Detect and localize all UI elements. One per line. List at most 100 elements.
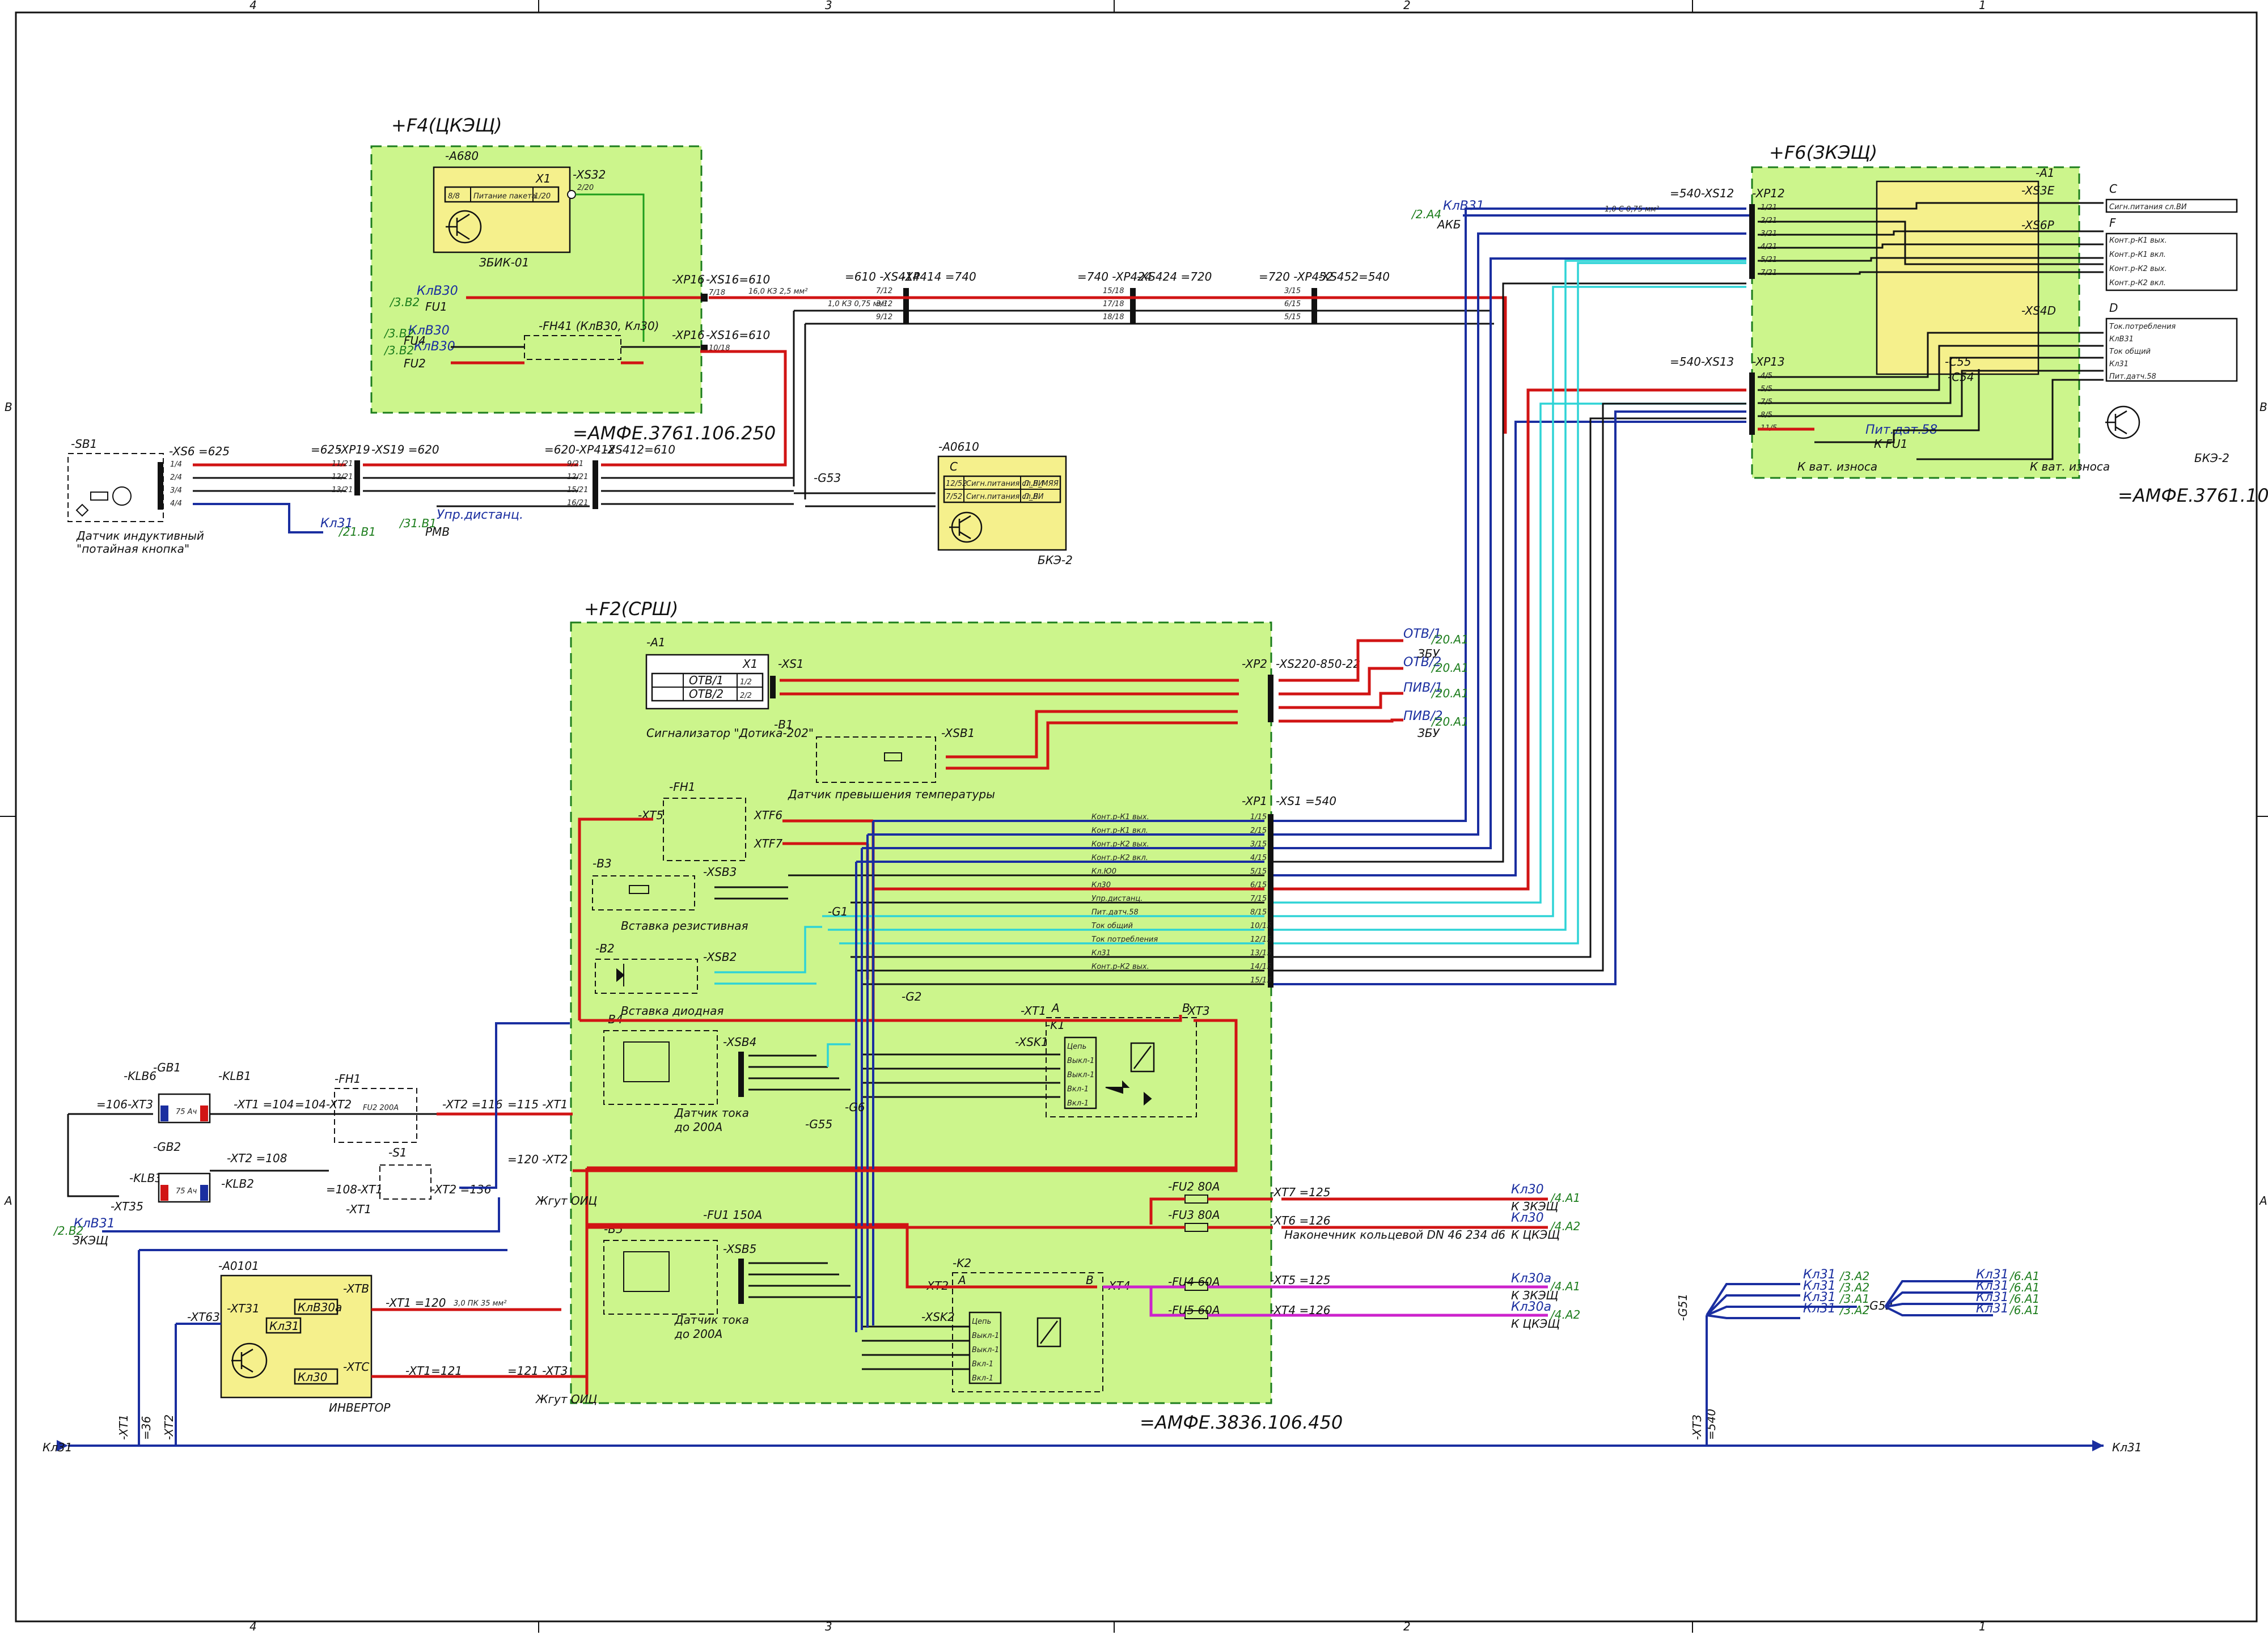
inv-xt63: -XT63 <box>187 1310 220 1324</box>
left-fh1: -FH1 <box>335 1072 361 1086</box>
left-c108: =108-XT1 <box>326 1183 383 1196</box>
left-xt2a: =104-XT2 <box>295 1098 352 1111</box>
zone-label-top-3: 3 <box>825 0 832 12</box>
f4-doc: =АМФЕ.3761.106.250 <box>573 422 776 444</box>
block-inverter: -A0101 -XT31 КлВ30а КлЗ1 -XTB -XTC Кл30 … <box>175 1259 597 1446</box>
f4-pin-label: Питание пакета <box>473 192 536 201</box>
f6-ref: /2.A4 <box>1411 207 1441 221</box>
f2-fu1: -FU1 150А <box>703 1208 762 1222</box>
f2-b3: -B3 <box>593 857 612 870</box>
f6-xp13: -XP13 <box>1752 355 1785 368</box>
inv-name: ИНВЕРТОР <box>329 1401 391 1414</box>
f6-a1: -A1 <box>2036 166 2055 180</box>
f4-fu4: FU4 <box>404 334 426 348</box>
wire-label-1: 16,0 КЗ 2,5 мм² <box>748 287 807 296</box>
out-ref4: /4.A2 <box>1550 1308 1580 1321</box>
bus-kl31-4: Кл31 <box>1803 1302 1836 1316</box>
bus-kl31-8: Кл31 <box>1976 1302 2009 1316</box>
inv-xt1: -XT1 =120 <box>386 1296 446 1310</box>
f4-xs16b: -XS16=610 <box>706 328 770 342</box>
f6-doc: =АМФЕ.3761.106.350 <box>2118 485 2268 506</box>
k1-row2: Выкл-1 <box>1067 1057 1094 1065</box>
zone-label-bottom-4: 4 <box>249 1620 257 1633</box>
mid-ur: Упр.дистанц. <box>437 508 523 522</box>
mid-xp19: -XP19 <box>337 443 370 456</box>
f6-title: +F6(ЗКЭЩ) <box>1769 142 1877 163</box>
a0610-c: C <box>950 460 958 473</box>
sb1-ref: /21.B1 <box>338 525 376 539</box>
f4-fh41: -FH41 (КлВ30, Кл30) <box>539 319 659 333</box>
f4-sub: -A680 <box>445 149 479 163</box>
f2-b2: -B2 <box>595 942 615 955</box>
f2-b: B <box>1182 1001 1190 1015</box>
f6-xs6r: -XS6Р <box>2021 218 2055 232</box>
k1-row3: Выкл-1 <box>1067 1071 1094 1079</box>
f4-xp16b: -XP16 <box>672 328 705 342</box>
row-label-left-a: A <box>3 1194 12 1208</box>
p414a: 7/12 <box>876 287 892 295</box>
sb1-caption1: Датчик индуктивный <box>76 529 204 543</box>
f2-b4cap1: Датчик тока <box>674 1106 749 1120</box>
f6-kfu1: К FU1 <box>1874 437 1907 451</box>
f2-b3cap: Вставка резистивная <box>621 919 748 933</box>
f2-p22: 2/2 <box>740 692 752 700</box>
f6-kl31: КлВ31 <box>1443 199 1484 213</box>
zone-label-top-2: 2 <box>1403 0 1411 12</box>
left-xt1a: -XT1 =104 <box>234 1098 294 1111</box>
inv-klb30a: КлВ30а <box>298 1301 342 1314</box>
k1-row5: Вкл-1 <box>1067 1099 1089 1108</box>
g53: -G53 <box>814 471 841 485</box>
mid-xs412: -XS412=610 <box>604 443 675 456</box>
f6-kvat1: К ват. износа <box>1797 460 1877 473</box>
f6-xs512: =540-XS12 <box>1670 187 1734 200</box>
f2-ref3: /20.A1 <box>1431 687 1469 700</box>
f6-c54: -C54 <box>1948 370 1974 384</box>
block-a0610: -A0610 C 12/52 7/52 Сигн.питания сл.ВИ С… <box>937 440 1073 567</box>
left-gb2: -GB2 <box>153 1140 181 1154</box>
f2-xsb5: -XSB5 <box>723 1242 756 1256</box>
inv-zhgut2: Жгут ОИЦ <box>535 1392 597 1406</box>
f6-row-f1: Конт.р-К1 вых. <box>2109 236 2167 245</box>
wiring-diagram: 4 3 2 1 4 3 2 1 B A B A +F4(ЦКЭЩ) -A680 … <box>0 0 2268 1633</box>
zone-label-bottom-2: 2 <box>1403 1620 1411 1633</box>
inv-label: -A0101 <box>218 1259 259 1273</box>
f2-xs1b: -XS1 =540 <box>1276 794 1336 808</box>
bus-right: Кл31 <box>2112 1441 2142 1454</box>
zone-label-bottom-1: 1 <box>1979 1620 1986 1633</box>
left-klb3: -KLB3 <box>129 1171 162 1185</box>
f2-xp1: -XP1 <box>1242 794 1267 808</box>
f2-x1: X1 <box>742 657 758 671</box>
out-ref3: /4.A1 <box>1550 1280 1580 1293</box>
f6-row-d1: Ток.потребления <box>2109 323 2176 331</box>
f6-name: БКЭ-2 <box>2194 451 2229 465</box>
f2-ref1: /20.A1 <box>1431 633 1469 646</box>
mid-p2b: 12/21 <box>567 473 588 481</box>
left-klb1: -KLB1 <box>218 1069 251 1083</box>
f4-xp16a: -XP16 <box>672 273 705 286</box>
f2-zbu2: ЗБУ <box>1417 726 1441 740</box>
left-xt2c: -XT2 =108 <box>227 1151 287 1165</box>
left-xt2d: -XT2 =136 <box>431 1183 491 1196</box>
sb1-xs6: -XS6 =625 <box>169 444 230 458</box>
bus-xt2: -XT2 <box>162 1414 176 1440</box>
f2-doc: =АМФЕ.3836.106.450 <box>1140 1412 1343 1433</box>
k2-row4: Вкл-1 <box>972 1360 993 1369</box>
bus-c36: =36 <box>139 1416 153 1440</box>
row-label-left-b: B <box>5 400 12 414</box>
f2-g55: -G55 <box>805 1117 832 1131</box>
zone-label-top-1: 1 <box>1979 0 1986 12</box>
f2-ref2: /20.A1 <box>1431 661 1469 675</box>
zbik-name: ЗБИК-01 <box>479 256 529 269</box>
k1-row4: Вкл-1 <box>1067 1085 1089 1094</box>
f2-xtf6: XTF6 <box>754 808 782 822</box>
f4-xs32: -XS32 <box>573 168 606 181</box>
f2-a2: A <box>957 1273 966 1287</box>
sb1-pin1: 1/4 <box>170 460 182 469</box>
f2-b2cap: Вставка диодная <box>621 1004 723 1018</box>
p424b: 17/18 <box>1103 300 1124 308</box>
wire-label-2: 1,0 КЗ 0,75 мм² <box>828 300 887 308</box>
left-xt2b: -XT2 =116 <box>442 1098 502 1111</box>
f4-pin-out: 2/20 <box>577 184 594 192</box>
f6-c: C <box>2109 182 2117 196</box>
wire-label-3: 1,0 С 0,75 мм² <box>1605 205 1659 214</box>
